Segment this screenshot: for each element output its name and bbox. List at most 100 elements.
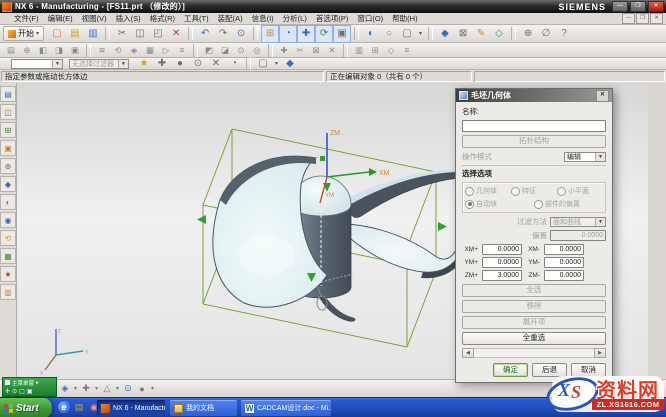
plane-tool-button[interactable]: △: [100, 382, 114, 396]
xm-minus-field[interactable]: 0.0000: [544, 244, 584, 255]
menu-insert[interactable]: 插入(S): [116, 13, 141, 24]
shaded-display-button[interactable]: ◐: [362, 25, 380, 43]
sketch-task-button[interactable]: ✎: [472, 25, 490, 43]
datum-plane-button[interactable]: ◇: [490, 25, 508, 43]
capture-expand-icon[interactable]: ▸: [36, 380, 39, 386]
start-menu-button[interactable]: 开始 ▾: [3, 26, 44, 41]
cut-button[interactable]: ✂: [113, 25, 131, 43]
menu-analysis[interactable]: 分析(L): [283, 13, 307, 24]
background-color-button[interactable]: ▢: [398, 25, 416, 43]
orient-view-button[interactable]: ◆: [436, 25, 454, 43]
delete-toolpath-button[interactable]: ✕: [324, 43, 340, 58]
menu-assemblies[interactable]: 装配(A): [218, 13, 243, 24]
create-tool-button[interactable]: ⊕: [19, 43, 35, 58]
process-studio-tab[interactable]: ★: [0, 266, 16, 282]
scroll-right-button[interactable]: ▶: [594, 348, 606, 358]
capture-title-row[interactable]: 主菜单窗 ▸: [3, 378, 56, 387]
radio-part-offset[interactable]: 部件的偏置: [534, 199, 603, 209]
snap-dropdown[interactable]: ▾: [93, 382, 100, 396]
menu-window[interactable]: 窗口(O): [357, 13, 383, 24]
roles-tab[interactable]: ▥: [0, 284, 16, 300]
combo-dropdown-icon[interactable]: ▼: [52, 60, 62, 68]
program-order-view-button[interactable]: ≡: [399, 43, 415, 58]
selection-scope-button[interactable]: ◈: [58, 382, 72, 396]
zm-plus-field[interactable]: 3.0000: [482, 270, 522, 281]
redo-button[interactable]: ↷: [214, 25, 232, 43]
history-tab[interactable]: ⟲: [0, 230, 16, 246]
operation-navigator-tab[interactable]: ▣: [0, 140, 16, 156]
replay-toolpath-button[interactable]: ⟲: [110, 43, 126, 58]
mdi-close-button[interactable]: ✕: [650, 13, 663, 24]
machine-tool-navigator-tab[interactable]: ⊕: [0, 158, 16, 174]
handle-z-axis[interactable]: [320, 156, 325, 161]
measure-distance-button[interactable]: ∅: [537, 25, 555, 43]
menu-help[interactable]: 帮助(H): [392, 13, 417, 24]
transform-toolpath-button[interactable]: ⊠: [308, 43, 324, 58]
operation-navigator-button[interactable]: ▥: [351, 43, 367, 58]
web-browser-tab[interactable]: ◉: [0, 212, 16, 228]
reuse-library-tab[interactable]: ◆: [0, 176, 16, 192]
menu-preferences[interactable]: 首选项(P): [316, 13, 349, 24]
combo-dropdown-icon[interactable]: ▼: [595, 153, 605, 161]
mode-combo[interactable]: 编辑 ▼: [564, 152, 606, 162]
taskbar-task-documents[interactable]: 我的文档: [170, 400, 237, 416]
create-method-button[interactable]: ◨: [51, 43, 67, 58]
dialog-close-button[interactable]: ✕: [596, 90, 609, 102]
radio-auto-block[interactable]: 自动块: [465, 199, 534, 209]
xm-plus-field[interactable]: 0.0000: [482, 244, 522, 255]
combo-dropdown-icon[interactable]: ▼: [118, 60, 128, 68]
fit-view-button[interactable]: ⊞: [261, 25, 279, 43]
menu-file[interactable]: 文件(F): [14, 13, 39, 24]
start-button[interactable]: Start: [0, 398, 52, 417]
point-dialog-button[interactable]: ⊕: [519, 25, 537, 43]
capture-region-icon[interactable]: ▣: [27, 388, 33, 396]
command-finder-button[interactable]: ⊙: [232, 25, 250, 43]
quick-launch-ie[interactable]: e: [58, 401, 70, 413]
close-button[interactable]: ✕: [648, 1, 664, 12]
taskbar-task-nx[interactable]: NX 6 - Manufacturing -...: [97, 400, 165, 416]
point-snap-button[interactable]: ✚: [79, 382, 93, 396]
combo-dropdown-icon[interactable]: ▼: [595, 218, 605, 226]
render-style-button[interactable]: ●: [135, 382, 149, 396]
select-all-button[interactable]: 全选: [462, 284, 606, 297]
menu-view[interactable]: 视图(V): [82, 13, 107, 24]
display-dropdown[interactable]: ▾: [416, 25, 425, 43]
new-button[interactable]: ▢: [48, 25, 66, 43]
system-materials-tab[interactable]: ▦: [0, 248, 16, 264]
hd3d-tools-tab[interactable]: ◐: [0, 194, 16, 210]
selection-filter-combo[interactable]: 无选择过滤器 ▼: [69, 59, 129, 69]
ok-button[interactable]: 确定: [493, 363, 528, 377]
open-button[interactable]: ▤: [66, 25, 84, 43]
save-button[interactable]: ▥: [84, 25, 102, 43]
menu-information[interactable]: 信息(I): [252, 13, 274, 24]
render-dropdown[interactable]: ▾: [149, 382, 156, 396]
remove-button[interactable]: 移除: [462, 300, 606, 313]
magnify-button[interactable]: ⊙: [121, 382, 135, 396]
delete-button[interactable]: ✕: [167, 25, 185, 43]
dialog-title-bar[interactable]: 毛坯几何体 ✕: [456, 89, 612, 102]
taskbar-task-word[interactable]: W CADCAM设计.doc - Mi...: [241, 400, 331, 416]
topology-button[interactable]: 拓扑结构: [462, 135, 606, 148]
minimize-button[interactable]: —: [612, 1, 628, 12]
snapshot-button[interactable]: ⊠: [454, 25, 472, 43]
radio-facet[interactable]: 小平面: [557, 186, 603, 196]
wireframe-display-button[interactable]: ○: [380, 25, 398, 43]
quick-launch-explorer[interactable]: ▤: [73, 400, 85, 414]
menu-format[interactable]: 格式(R): [150, 13, 175, 24]
fit-selection-button[interactable]: ▣: [333, 25, 351, 43]
menu-edit[interactable]: 编辑(E): [48, 13, 73, 24]
paste-button[interactable]: ◰: [149, 25, 167, 43]
geometry-view-button[interactable]: ◇: [383, 43, 399, 58]
menu-tools[interactable]: 工具(T): [184, 13, 209, 24]
capture-zoom-icon[interactable]: ⊙: [12, 388, 17, 396]
help-button[interactable]: ?: [555, 25, 573, 43]
restore-button[interactable]: ❐: [630, 1, 646, 12]
part-navigator-tab[interactable]: ⊞: [0, 122, 16, 138]
mdi-restore-button[interactable]: ❐: [636, 13, 649, 24]
offset-field[interactable]: 0.0000: [550, 230, 606, 241]
assembly-navigator-tab[interactable]: ▤: [0, 86, 16, 102]
create-program-button[interactable]: ▤: [3, 43, 19, 58]
undo-button[interactable]: ↶: [196, 25, 214, 43]
create-operation-button[interactable]: ▣: [67, 43, 83, 58]
rotate-view-button[interactable]: ⟳: [315, 25, 333, 43]
